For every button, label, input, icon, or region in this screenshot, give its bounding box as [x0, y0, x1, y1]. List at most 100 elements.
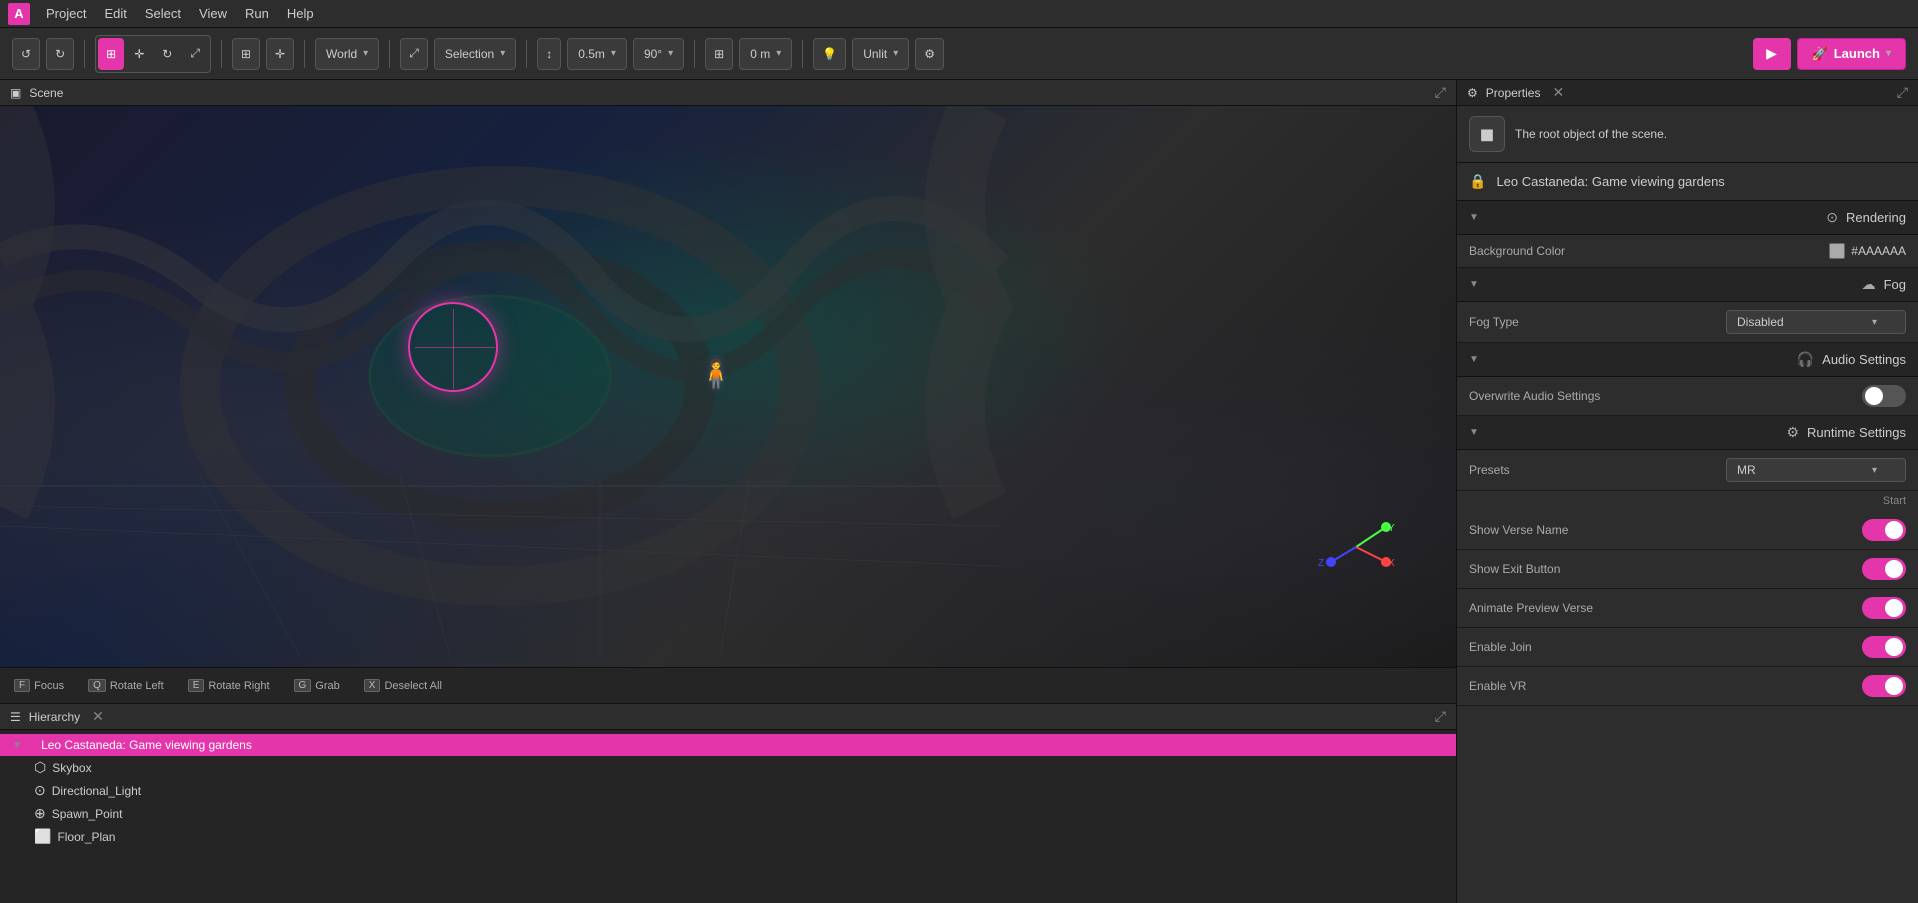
runtime-title: Runtime Settings — [1807, 425, 1906, 440]
snap-value-dropdown[interactable]: 0.5m ▾ — [567, 38, 627, 70]
show-exit-button-knob — [1885, 560, 1903, 578]
enable-vr-knob — [1885, 677, 1903, 695]
fog-section-header[interactable]: ▼ ☁ Fog — [1457, 268, 1918, 302]
hierarchy-item-skybox[interactable]: ⬡ Skybox — [0, 756, 1456, 779]
runtime-icon: ⚙ — [1786, 424, 1799, 441]
properties-close-btn[interactable]: ✕ — [1552, 84, 1564, 101]
menu-run[interactable]: Run — [237, 4, 277, 23]
unlit-dropdown[interactable]: Unlit ▾ — [852, 38, 909, 70]
selection-chevron-icon: ▾ — [500, 48, 505, 59]
settings-btn[interactable]: ⚙ — [915, 38, 944, 70]
enable-join-row: Enable Join — [1457, 628, 1918, 667]
spawnpoint-label: Spawn_Point — [52, 807, 123, 821]
overwrite-audio-toggle[interactable] — [1862, 385, 1906, 407]
runtime-section-header[interactable]: ▼ ⚙ Runtime Settings — [1457, 416, 1918, 450]
show-verse-name-label: Show Verse Name — [1469, 523, 1862, 537]
grab-action[interactable]: G Grab — [288, 677, 346, 694]
enable-join-toggle[interactable] — [1862, 636, 1906, 658]
lighting-icon-btn[interactable]: 💡 — [813, 38, 846, 70]
height-icon-btn[interactable]: ↕ — [537, 38, 561, 70]
color-swatch[interactable] — [1829, 243, 1845, 259]
redo-button[interactable]: ↻ — [46, 38, 74, 70]
gizmo-axes: Y X Z — [1316, 507, 1396, 587]
toolbar-sep-1 — [84, 40, 85, 68]
hierarchy-item-root[interactable]: ▼ ♦ Leo Castaneda: Game viewing gardens — [0, 734, 1456, 756]
presets-label: Presets — [1469, 463, 1726, 477]
show-exit-button-toggle[interactable] — [1862, 558, 1906, 580]
app-icon: A — [8, 3, 30, 25]
presets-dropdown[interactable]: MR ▾ — [1726, 458, 1906, 482]
animate-preview-verse-knob — [1885, 599, 1903, 617]
rotate-right-action[interactable]: E Rotate Right — [182, 677, 276, 694]
transform-scale-btn[interactable]: ⤢ — [182, 38, 208, 70]
height-value-dropdown[interactable]: 0 m ▾ — [739, 38, 792, 70]
rotate-right-label: Rotate Right — [208, 680, 269, 692]
audio-section-header[interactable]: ▼ 🎧 Audio Settings — [1457, 343, 1918, 377]
selected-object-sphere[interactable] — [408, 302, 498, 392]
show-exit-button-row: Show Exit Button — [1457, 550, 1918, 589]
scene-obj-icon: ◼ — [1469, 116, 1505, 152]
angle-dropdown[interactable]: 90° ▾ — [633, 38, 684, 70]
overwrite-audio-knob — [1865, 387, 1883, 405]
menu-help[interactable]: Help — [279, 4, 322, 23]
focus-action[interactable]: F Focus — [8, 677, 70, 694]
hierarchy-maximize-btn[interactable]: ⤢ — [1435, 708, 1446, 725]
rendering-chevron-icon: ▼ — [1469, 212, 1479, 223]
selection-dropdown[interactable]: Selection ▾ — [434, 38, 516, 70]
show-verse-name-knob — [1885, 521, 1903, 539]
launch-button[interactable]: 🚀 Launch ▾ — [1797, 38, 1906, 70]
hierarchy-panel: ☰ Hierarchy ✕ ⤢ ▼ ♦ Leo Castaneda: Game … — [0, 703, 1456, 903]
audio-chevron-icon: ▼ — [1469, 354, 1479, 365]
properties-maximize-btn[interactable]: ⤢ — [1897, 84, 1908, 101]
world-dropdown[interactable]: World ▾ — [315, 38, 379, 70]
transform-select-btn[interactable]: ⊞ — [98, 38, 124, 70]
transform-rotate-btn[interactable]: ↻ — [154, 38, 180, 70]
menu-project[interactable]: Project — [38, 4, 94, 23]
animate-preview-verse-toggle[interactable] — [1862, 597, 1906, 619]
show-exit-button-label: Show Exit Button — [1469, 562, 1862, 576]
presets-value: MR — [1737, 463, 1756, 477]
audio-icon: 🎧 — [1797, 351, 1814, 368]
launch-chevron-icon: ▾ — [1886, 48, 1891, 59]
rendering-section-header[interactable]: ▼ ⊙ Rendering — [1457, 201, 1918, 235]
enable-vr-toggle[interactable] — [1862, 675, 1906, 697]
height-chevron-icon: ▾ — [776, 48, 781, 59]
menu-select[interactable]: Select — [137, 4, 189, 23]
menu-edit[interactable]: Edit — [96, 4, 134, 23]
grid-btn[interactable]: ⊞ — [705, 38, 733, 70]
dirlight-label: Directional_Light — [52, 784, 141, 798]
animate-preview-verse-row: Animate Preview Verse — [1457, 589, 1918, 628]
start-label: Start — [1457, 491, 1918, 511]
menu-view[interactable]: View — [191, 4, 235, 23]
play-button[interactable]: ▶ — [1753, 38, 1791, 70]
scene-panel: ▣ Scene ⤢ — [0, 80, 1456, 703]
deselect-all-action[interactable]: X Deselect All — [358, 677, 448, 694]
fog-title: Fog — [1884, 277, 1906, 292]
scene-maximize-btn[interactable]: ⤢ — [1435, 84, 1446, 101]
expand-arrow-root: ▼ — [12, 740, 22, 751]
hierarchy-title: Hierarchy — [29, 710, 80, 724]
fog-chevron-icon: ▼ — [1469, 279, 1479, 290]
hierarchy-item-spawnpoint[interactable]: ⊕ Spawn_Point — [0, 802, 1456, 825]
skybox-icon: ⬡ — [34, 759, 46, 776]
background-color-value[interactable]: #AAAAAA — [1829, 243, 1906, 259]
hierarchy-close-btn[interactable]: ✕ — [92, 708, 104, 725]
toolbar-sep-7 — [802, 40, 803, 68]
presets-dropdown-chevron-icon: ▾ — [1872, 465, 1877, 476]
scene-background: 🧍 Y X Z — [0, 106, 1456, 667]
play-icon: ▶ — [1766, 45, 1777, 62]
fog-type-dropdown[interactable]: Disabled ▾ — [1726, 310, 1906, 334]
hierarchy-item-floorplan[interactable]: ⬜ Floor_Plan — [0, 825, 1456, 848]
show-verse-name-toggle[interactable] — [1862, 519, 1906, 541]
scene-canvas[interactable]: 🧍 Y X Z — [0, 106, 1456, 667]
presets-row: Presets MR ▾ — [1457, 450, 1918, 491]
snap-toggle-btn[interactable]: ⊞ — [232, 38, 260, 70]
transform-move-btn[interactable]: ✛ — [126, 38, 152, 70]
rendering-icon: ⊙ — [1826, 209, 1838, 226]
gizmo-btn[interactable]: ✛ — [266, 38, 294, 70]
resize-btn[interactable]: ⤢ — [400, 38, 428, 70]
hierarchy-item-dirlight[interactable]: ⊙ Directional_Light — [0, 779, 1456, 802]
angle-chevron-icon: ▾ — [668, 48, 673, 59]
rotate-left-action[interactable]: Q Rotate Left — [82, 677, 170, 694]
undo-button[interactable]: ↺ — [12, 38, 40, 70]
